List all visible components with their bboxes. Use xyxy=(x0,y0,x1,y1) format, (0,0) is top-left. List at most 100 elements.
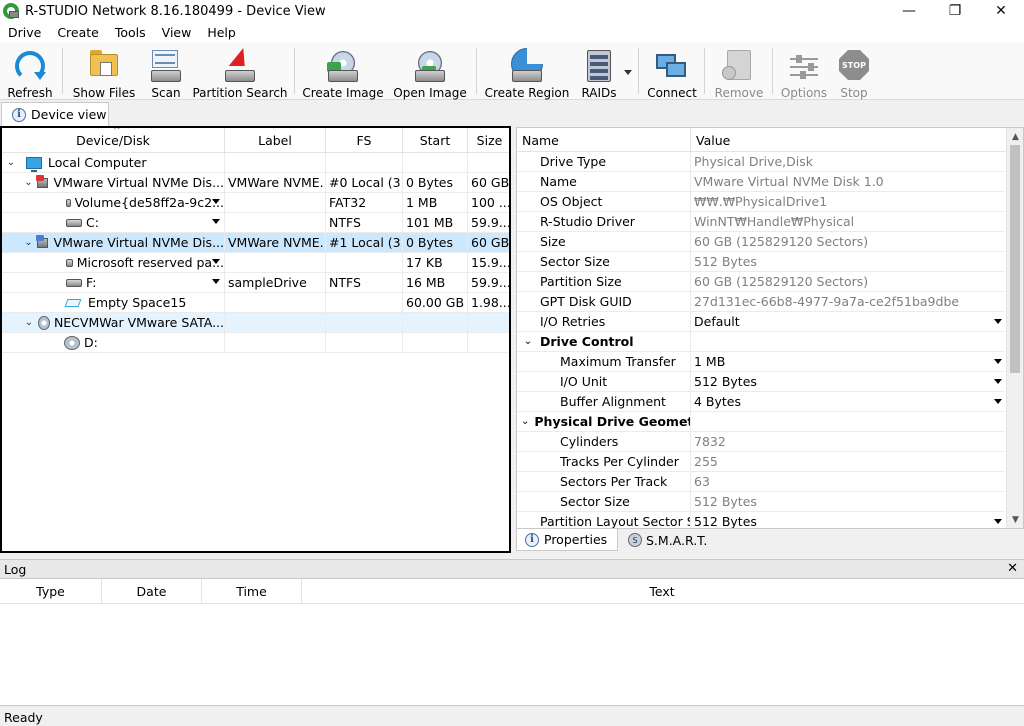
collapse-chevron-icon[interactable]: ⌄ xyxy=(521,336,535,347)
dropdown-arrow-icon[interactable] xyxy=(994,399,1002,404)
properties-tab-strip: i Properties S S.M.A.R.T. xyxy=(516,529,1024,551)
dropdown-arrow-icon[interactable] xyxy=(994,519,1002,524)
prop-row-io-unit[interactable]: I/O Unit 512 Bytes xyxy=(517,372,1005,392)
prop-group-physical-drive-geometry[interactable]: ⌄ Physical Drive Geometry xyxy=(517,412,1005,432)
toolbar-separator xyxy=(62,48,63,94)
create-image-button[interactable]: Create Image xyxy=(302,42,384,100)
column-header-device[interactable]: ^ Device/Disk xyxy=(2,128,225,153)
volume-icon xyxy=(66,218,82,227)
partition-search-button[interactable]: Partition Search xyxy=(192,42,288,100)
collapse-chevron-icon[interactable]: ⌄ xyxy=(24,177,33,188)
maximize-button[interactable]: ❐ xyxy=(932,0,978,22)
menu-help[interactable]: Help xyxy=(199,25,244,40)
log-column-date[interactable]: Date xyxy=(102,579,202,604)
refresh-button[interactable]: Refresh xyxy=(4,42,56,100)
connect-button[interactable]: Connect xyxy=(646,42,698,100)
partition-search-icon xyxy=(222,48,258,84)
device-row-nvme-disk-0[interactable]: ⌄ VMware Virtual NVMe Dis... VMWare NVME… xyxy=(2,173,509,193)
scan-button[interactable]: Scan xyxy=(144,42,188,100)
dropdown-arrow-icon[interactable] xyxy=(994,319,1002,324)
dropdown-arrow-icon[interactable] xyxy=(212,219,220,224)
prop-row-os-object[interactable]: OS Object ₩₩.₩PhysicalDrive1 xyxy=(517,192,1005,212)
properties-scrollbar[interactable]: ▲ ▼ xyxy=(1006,128,1023,528)
collapse-chevron-icon[interactable]: ⌄ xyxy=(24,237,33,248)
column-header-label[interactable]: Label xyxy=(225,128,326,153)
column-header-name[interactable]: Name xyxy=(517,128,691,152)
prop-row-buffer-alignment[interactable]: Buffer Alignment 4 Bytes xyxy=(517,392,1005,412)
prop-row-tracks-per-cylinder[interactable]: Tracks Per Cylinder 255 xyxy=(517,452,1005,472)
prop-row-partition-layout-sector-size[interactable]: Partition Layout Sector Size 512 Bytes xyxy=(517,512,1005,528)
prop-row-maximum-transfer[interactable]: Maximum Transfer 1 MB xyxy=(517,352,1005,372)
dropdown-arrow-icon[interactable] xyxy=(994,359,1002,364)
prop-row-gpt-disk-guid[interactable]: GPT Disk GUID 27d131ec-66b8-4977-9a7a-ce… xyxy=(517,292,1005,312)
scroll-down-icon[interactable]: ▼ xyxy=(1007,511,1023,528)
prop-row-geometry-sector-size[interactable]: Sector Size 512 Bytes xyxy=(517,492,1005,512)
column-header-fs[interactable]: FS xyxy=(326,128,403,153)
device-row-nvme-disk-1[interactable]: ⌄ VMware Virtual NVMe Dis... VMWare NVME… xyxy=(2,233,509,253)
device-row-empty-space[interactable]: Empty Space15 60.00 GB 1.98... xyxy=(2,293,509,313)
device-row-f-drive[interactable]: F: sampleDrive NTFS 16 MB 59.9... xyxy=(2,273,509,293)
column-header-start[interactable]: Start xyxy=(403,128,468,153)
tab-device-view[interactable]: i Device view xyxy=(1,102,109,126)
remove-button[interactable]: Remove xyxy=(712,42,766,100)
prop-row-sector-size[interactable]: Sector Size 512 Bytes xyxy=(517,252,1005,272)
prop-row-sectors-per-track[interactable]: Sectors Per Track 63 xyxy=(517,472,1005,492)
maximum-transfer-select[interactable]: 1 MB xyxy=(691,352,1005,372)
create-region-button[interactable]: Create Region xyxy=(484,42,570,100)
raids-dropdown-arrow-icon[interactable] xyxy=(624,70,632,75)
toolbar: Refresh Show Files Scan Partition Search… xyxy=(0,42,1024,100)
prop-row-partition-size[interactable]: Partition Size 60 GB (125829120 Sectors) xyxy=(517,272,1005,292)
prop-row-io-retries[interactable]: I/O Retries Default xyxy=(517,312,1005,332)
collapse-chevron-icon[interactable]: ⌄ xyxy=(521,416,529,427)
prop-row-name[interactable]: Name VMware Virtual NVMe Disk 1.0 xyxy=(517,172,1005,192)
collapse-chevron-icon[interactable]: ⌄ xyxy=(24,317,34,328)
dropdown-arrow-icon[interactable] xyxy=(212,259,220,264)
dropdown-arrow-icon[interactable] xyxy=(212,199,220,204)
raids-button[interactable]: RAIDs xyxy=(578,42,620,100)
log-column-text[interactable]: Text xyxy=(302,579,1022,604)
minimize-button[interactable]: — xyxy=(886,0,932,22)
scroll-up-icon[interactable]: ▲ xyxy=(1007,128,1023,145)
menu-view[interactable]: View xyxy=(154,25,200,40)
close-button[interactable]: ✕ xyxy=(978,0,1024,22)
column-header-size[interactable]: Size xyxy=(468,128,509,153)
log-column-time[interactable]: Time xyxy=(202,579,302,604)
dropdown-arrow-icon[interactable] xyxy=(212,279,220,284)
prop-row-rstudio-driver[interactable]: R-Studio Driver WinNT₩Handle₩Physical xyxy=(517,212,1005,232)
volume-icon xyxy=(66,198,71,207)
menu-tools[interactable]: Tools xyxy=(107,25,154,40)
io-unit-select[interactable]: 512 Bytes xyxy=(691,372,1005,392)
device-row-d-drive[interactable]: D: xyxy=(2,333,509,353)
stop-button[interactable]: STOP Stop xyxy=(834,42,874,100)
scan-icon xyxy=(148,48,184,84)
device-name: VMware Virtual NVMe Dis... xyxy=(53,175,224,190)
collapse-chevron-icon[interactable]: ⌄ xyxy=(4,157,18,168)
device-row-volume-fat32[interactable]: Volume{de58ff2a-9c2... FAT32 1 MB 100 ..… xyxy=(2,193,509,213)
open-image-button[interactable]: Open Image xyxy=(392,42,468,100)
device-row-local-computer[interactable]: ⌄ Local Computer xyxy=(2,153,509,173)
buffer-alignment-select[interactable]: 4 Bytes xyxy=(691,392,1005,412)
log-panel-title: Log ✕ xyxy=(0,559,1024,579)
log-column-type[interactable]: Type xyxy=(0,579,102,604)
device-fs: NTFS xyxy=(326,213,403,233)
log-close-icon[interactable]: ✕ xyxy=(1007,561,1018,576)
menu-create[interactable]: Create xyxy=(49,25,107,40)
scrollbar-thumb[interactable] xyxy=(1010,145,1020,373)
show-files-button[interactable]: Show Files xyxy=(70,42,138,100)
prop-group-drive-control[interactable]: ⌄ Drive Control xyxy=(517,332,1005,352)
prop-row-size[interactable]: Size 60 GB (125829120 Sectors) xyxy=(517,232,1005,252)
menu-drive[interactable]: Drive xyxy=(0,25,49,40)
device-row-c-drive[interactable]: C: NTFS 101 MB 59.9... xyxy=(2,213,509,233)
partition-layout-sector-size-select[interactable]: 512 Bytes xyxy=(691,512,1005,528)
device-row-sata-cdrom[interactable]: ⌄ NECVMWar VMware SATA... xyxy=(2,313,509,333)
column-header-value[interactable]: Value xyxy=(691,128,1007,152)
device-row-microsoft-reserved[interactable]: Microsoft reserved pa... 17 KB 15.9... xyxy=(2,253,509,273)
dropdown-arrow-icon[interactable] xyxy=(994,379,1002,384)
options-button[interactable]: Options xyxy=(780,42,828,100)
tab-properties[interactable]: i Properties xyxy=(516,529,618,551)
tab-smart[interactable]: S S.M.A.R.T. xyxy=(620,529,730,551)
prop-row-cylinders[interactable]: Cylinders 7832 xyxy=(517,432,1005,452)
prop-row-drive-type[interactable]: Drive Type Physical Drive,Disk xyxy=(517,152,1005,172)
io-retries-select[interactable]: Default xyxy=(691,312,1005,332)
device-name: D: xyxy=(84,335,98,350)
